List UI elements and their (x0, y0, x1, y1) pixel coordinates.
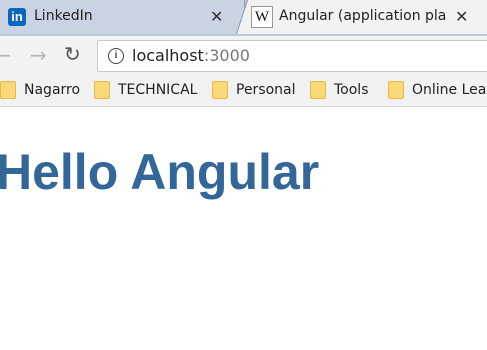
bookmark-technical[interactable]: TECHNICAL (94, 81, 197, 99)
page-content: Hello Angular (0, 107, 487, 350)
info-icon[interactable]: i (108, 48, 124, 64)
bookmark-label: Nagarro (24, 82, 81, 98)
tab-label: Angular (application plat (279, 8, 447, 24)
bookmark-label: Tools (334, 82, 369, 98)
page-heading: Hello Angular (0, 144, 320, 200)
url-host: localhost (132, 46, 204, 65)
close-icon[interactable]: ✕ (455, 7, 468, 26)
folder-icon (388, 81, 404, 99)
folder-icon (212, 81, 228, 99)
tab-label: LinkedIn (34, 8, 93, 24)
bookmark-tools[interactable]: Tools (310, 81, 369, 99)
browser-toolbar: ← → ↻ i localhost:3000 (0, 36, 487, 74)
folder-icon (94, 81, 110, 99)
bookmark-online-learning[interactable]: Online Lear (388, 81, 487, 99)
wikipedia-icon: W (251, 6, 273, 28)
bookmarks-bar: Nagarro TECHNICAL Personal Tools Online … (0, 74, 487, 107)
tab-angular[interactable]: W Angular (application plat ✕ (236, 0, 487, 34)
bookmark-label: Online Lear (412, 82, 487, 98)
url-text[interactable]: localhost:3000 (132, 46, 250, 65)
folder-icon (310, 81, 326, 99)
folder-icon (0, 81, 16, 99)
address-bar[interactable]: i localhost:3000 (97, 40, 487, 72)
forward-icon[interactable]: → (30, 45, 47, 65)
linkedin-icon: in (8, 8, 26, 26)
bookmark-personal[interactable]: Personal (212, 81, 296, 99)
tab-strip: in LinkedIn ✕ W Angular (application pla… (0, 0, 487, 36)
url-port: :3000 (203, 46, 250, 65)
close-icon[interactable]: ✕ (210, 7, 223, 26)
bookmark-nagarro[interactable]: Nagarro (0, 81, 80, 99)
bookmark-label: Personal (236, 82, 296, 98)
bookmark-label: TECHNICAL (118, 82, 198, 98)
back-icon[interactable]: ← (0, 45, 11, 65)
reload-icon[interactable]: ↻ (64, 44, 81, 64)
tab-linkedin[interactable]: in LinkedIn ✕ (0, 0, 245, 34)
